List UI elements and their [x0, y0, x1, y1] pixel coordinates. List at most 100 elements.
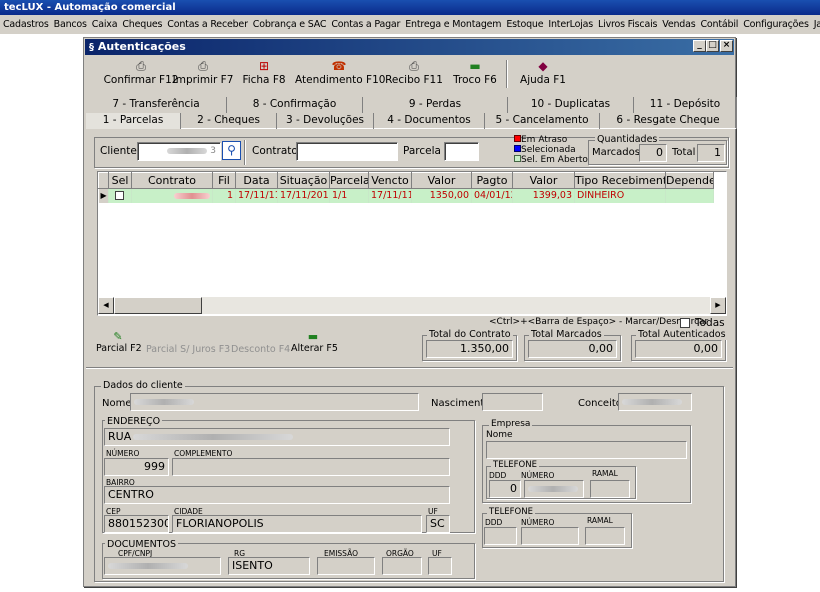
horizontal-scrollbar[interactable]: ◀ ▶	[98, 297, 726, 314]
menu-item-9[interactable]: InterLojas	[545, 15, 595, 34]
tab-tabs_bottom-1[interactable]: 2 - Cheques	[181, 113, 277, 129]
tab-tabs_bottom-3[interactable]: 4 - Documentos	[374, 113, 485, 129]
atraso-swatch	[514, 135, 521, 142]
menu-item-1[interactable]: Bancos	[51, 15, 89, 34]
contrato-input[interactable]	[296, 142, 398, 161]
total-contrato-label: Total do Contrato	[427, 329, 513, 340]
tab-tabs_bottom-2[interactable]: 3 - Devoluções	[277, 113, 374, 129]
column-header-11[interactable]: Dependen	[665, 172, 714, 189]
maximize-icon[interactable]: □	[706, 40, 719, 52]
menu-item-11[interactable]: Vendas	[659, 15, 697, 34]
cell-parcela: 1/1	[329, 188, 369, 203]
recibo-button[interactable]: ⎙ Recibo F11	[384, 58, 444, 92]
scroll-right-arrow[interactable]: ▶	[710, 297, 726, 314]
dados-cliente-title: Dados do cliente	[101, 380, 185, 391]
ficha-icon: ⊞	[258, 59, 270, 73]
numero-tel-label: NÚMERO	[521, 471, 555, 480]
column-header-9[interactable]: Valor	[512, 172, 575, 189]
parcial-label: Parcial F2	[96, 343, 142, 354]
telefone-numero-field	[524, 480, 584, 498]
complemento-field	[172, 458, 450, 476]
ddd-label: DDD	[489, 471, 507, 480]
scroll-thumb[interactable]	[114, 297, 202, 314]
column-header-5[interactable]: Parcela	[329, 172, 369, 189]
todas-checkbox[interactable]	[680, 318, 690, 328]
search-button[interactable]: ⚲	[222, 141, 241, 160]
total-marcados-value: 0,00	[528, 340, 617, 358]
tab-tabs_bottom-0[interactable]: 1 - Parcelas	[86, 113, 181, 129]
tab-tabs_top-3[interactable]: 10 - Duplicatas	[508, 97, 634, 113]
menu-item-10[interactable]: Livros Fiscais	[595, 15, 659, 34]
app-title-bar: tecLUX - Automação comercial	[0, 0, 820, 15]
menu-item-7[interactable]: Entrega e Montagem	[402, 15, 503, 34]
telefone-redacted	[528, 486, 578, 492]
menu-item-5[interactable]: Cobrança e SAC	[250, 15, 329, 34]
uf2-field	[428, 557, 452, 575]
menu-item-12[interactable]: Contábil	[698, 15, 741, 34]
table-row[interactable]: ▶ 1 17/11/11 17/11/2011 1/1 17/11/11 1350,00 04…	[98, 188, 714, 203]
tab-tabs_bottom-4[interactable]: 5 - Cancelamento	[485, 113, 600, 129]
todas-label: Todas	[695, 317, 725, 329]
ficha-button[interactable]: ⊞ Ficha F8	[239, 58, 289, 92]
parcial-sem-juros-button[interactable]: Parcial S/ Juros F3	[146, 344, 230, 355]
column-header-10[interactable]: Tipo Recebimento	[574, 172, 666, 189]
endereco-redacted	[133, 434, 294, 440]
atendimento-button[interactable]: ☎ Atendimento F10	[295, 58, 385, 92]
tab-row-bottom: 1 - Parcelas 2 - Cheques 3 - Devoluções 4 -…	[86, 113, 737, 129]
menu-item-3[interactable]: Cheques	[119, 15, 164, 34]
total-autenticados-label: Total Autenticados	[636, 329, 728, 340]
column-header-2[interactable]: Fil	[212, 172, 236, 189]
alterar-button[interactable]: ▬ Alterar F5	[291, 330, 338, 354]
minimize-icon[interactable]: _	[693, 40, 706, 52]
column-header-3[interactable]: Data	[235, 172, 278, 189]
empresa-nome-label: Nome	[486, 430, 513, 440]
column-header-8[interactable]: Pagto	[471, 172, 513, 189]
window-title-bar[interactable]: § Autenticações	[85, 39, 734, 55]
tab-tabs_top-4[interactable]: 11 - Depósito	[634, 97, 737, 113]
close-icon[interactable]: ×	[720, 40, 733, 52]
desconto-button[interactable]: Desconto F4	[231, 344, 290, 355]
menu-item-13[interactable]: Configurações	[740, 15, 810, 34]
row-select-checkbox[interactable]	[115, 191, 124, 201]
endereco-value: RUA	[108, 430, 132, 443]
imprimir-button[interactable]: ⎙ Imprimir F7	[172, 58, 234, 92]
column-header-7[interactable]: Valor	[411, 172, 472, 189]
window-icon: §	[89, 42, 94, 53]
parcelas-grid[interactable]: Sel Contrato Fil Data Situação Parcela Vencto V…	[97, 171, 727, 316]
ajuda-button[interactable]: ◆ Ajuda F1	[518, 58, 568, 92]
scroll-left-arrow[interactable]: ◀	[98, 297, 114, 314]
telephone-icon: ☎	[331, 59, 347, 73]
menu-item-4[interactable]: Contas a Receber	[164, 15, 250, 34]
ddd2-field	[484, 527, 517, 545]
menu-item-8[interactable]: Estoque	[503, 15, 545, 34]
menu-item-0[interactable]: Cadastros	[0, 15, 51, 34]
nascimento-field	[482, 393, 543, 411]
cpf-redacted	[108, 563, 188, 569]
search-icon: ⚲	[227, 143, 236, 157]
menu-item-2[interactable]: Caixa	[89, 15, 120, 34]
menu-item-6[interactable]: Contas a Pagar	[328, 15, 402, 34]
numero2-label: NÚMERO	[521, 518, 555, 527]
parcial-button[interactable]: ✎ Parcial F2	[96, 330, 142, 354]
tab-tabs_bottom-5[interactable]: 6 - Resgate Cheque	[600, 113, 737, 129]
menu-bar: Cadastros Bancos Caixa Cheques Contas a Rece…	[0, 15, 820, 34]
cliente-redacted	[167, 147, 208, 154]
column-header-6[interactable]: Vencto	[368, 172, 412, 189]
parcelas-table: Sel Contrato Fil Data Situação Parcela Vencto V…	[98, 172, 714, 203]
row-indicator-icon: ▶	[98, 188, 109, 203]
tab-tabs_top-1[interactable]: 8 - Confirmação	[227, 97, 363, 113]
column-header-0[interactable]: Sel	[108, 172, 132, 189]
cliente-input[interactable]: 3	[137, 142, 221, 161]
column-header-4[interactable]: Situação	[277, 172, 330, 189]
column-header-1[interactable]: Contrato	[131, 172, 213, 189]
menu-item-14[interactable]: Janelas	[811, 15, 820, 34]
parcela-input[interactable]	[444, 142, 479, 161]
troco-button[interactable]: ▬ Troco F6	[450, 58, 500, 92]
cell-dependen	[665, 188, 714, 203]
numero-label: NÚMERO	[106, 449, 140, 458]
window-title: Autenticações	[97, 40, 186, 53]
tab-tabs_top-0[interactable]: 7 - Transferência	[86, 97, 227, 113]
tab-tabs_top-2[interactable]: 9 - Perdas	[363, 97, 508, 113]
empresa-title: Empresa	[489, 419, 533, 429]
bairro-field: CENTRO	[104, 486, 450, 504]
